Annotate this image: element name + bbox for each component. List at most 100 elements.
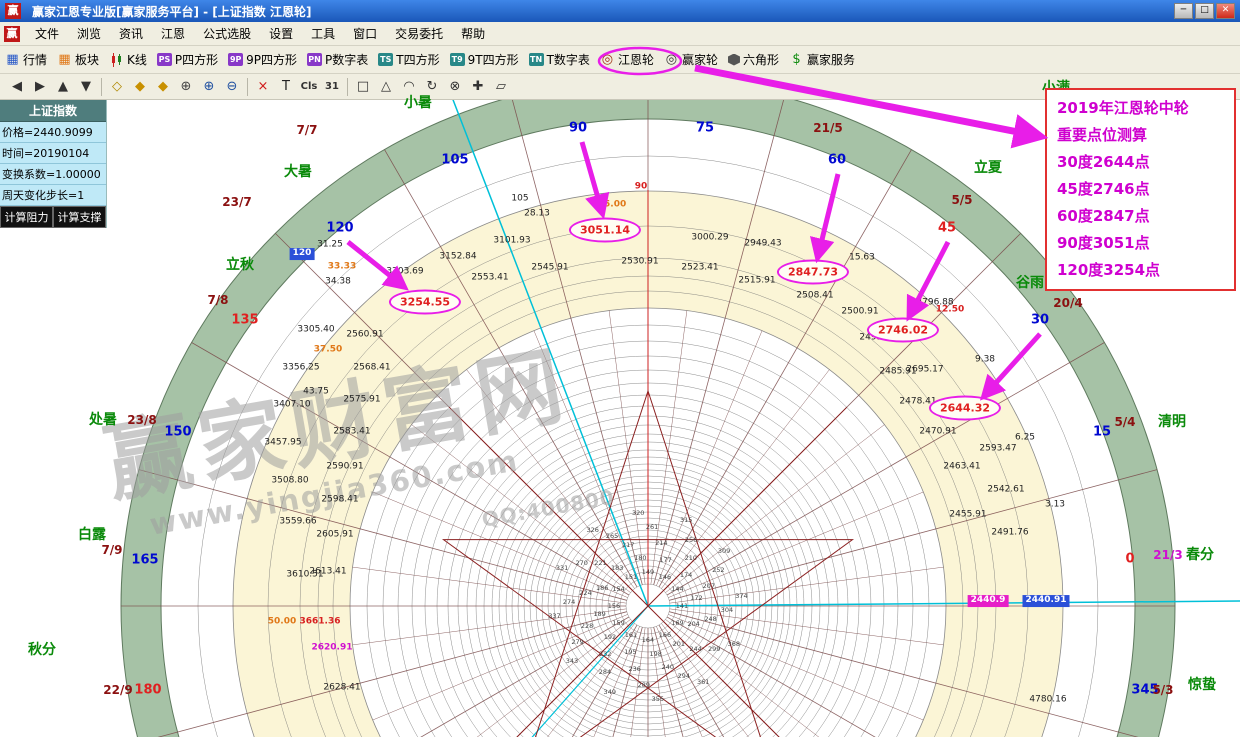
menu-item-6[interactable]: 工具 bbox=[302, 22, 344, 45]
filter-icon[interactable]: ▼ bbox=[75, 77, 97, 97]
menu-logo-icon: 赢 bbox=[4, 26, 20, 42]
panel-row-1: 时间=20190104 bbox=[0, 143, 106, 164]
menu-item-2[interactable]: 资讯 bbox=[110, 22, 152, 45]
menu-item-5[interactable]: 设置 bbox=[260, 22, 302, 45]
panel-row-3: 周天变化步长=1 bbox=[0, 185, 106, 206]
delete-icon[interactable]: × bbox=[252, 77, 274, 97]
toolbar-item-label: 六角形 bbox=[743, 51, 779, 68]
app-logo-icon: 赢 bbox=[5, 3, 21, 19]
toolbar-item-六角形[interactable]: 六角形 bbox=[723, 46, 784, 73]
menu-item-9[interactable]: 帮助 bbox=[452, 22, 494, 45]
arc-tool-icon[interactable]: ◠ bbox=[398, 77, 420, 97]
circle-plus-icon[interactable]: ⊕ bbox=[175, 77, 197, 97]
highlighted-value-3051.14: 3051.14 bbox=[569, 218, 641, 243]
diamond-outline-icon[interactable]: ◇ bbox=[106, 77, 128, 97]
infobox-line-4: 60度2847点 bbox=[1057, 203, 1224, 230]
panel-buttons: 计算阻力计算支撑 bbox=[0, 206, 106, 228]
window-controls: ─ □ ✕ bbox=[1174, 3, 1235, 19]
diamond-icon[interactable]: ◆ bbox=[129, 77, 151, 97]
highlighted-value-3254.55: 3254.55 bbox=[389, 290, 461, 315]
toolbar-item-P四方形[interactable]: PSP四方形 bbox=[152, 46, 223, 73]
annotation-infobox: 2019年江恩轮中轮重要点位测算30度2644点45度2746点60度2847点… bbox=[1045, 88, 1236, 291]
zoom-out-icon[interactable]: ⊖ bbox=[221, 77, 243, 97]
rect-tool-icon[interactable]: □ bbox=[352, 77, 374, 97]
main-toolbar: ▦行情▦板块K线PSP四方形9P9P四方形PNP数字表TST四方形T99T四方形… bbox=[0, 46, 1240, 74]
toolbar-separator bbox=[347, 78, 348, 96]
toolbar-item-赢家轮[interactable]: ◎赢家轮 bbox=[659, 46, 723, 73]
panel-button-1[interactable]: 计算支撑 bbox=[53, 206, 106, 228]
infobox-line-1: 重要点位测算 bbox=[1057, 122, 1224, 149]
panel-row-0: 价格=2440.9099 bbox=[0, 122, 106, 143]
app-window: { "window": { "title": "赢家江恩专业版[赢家服务平台] … bbox=[0, 0, 1240, 737]
toolbar-item-9P四方形[interactable]: 9P9P四方形 bbox=[223, 46, 302, 73]
zoom-in-icon[interactable]: ⊕ bbox=[198, 77, 220, 97]
kline-icon bbox=[109, 52, 124, 67]
toolbar-item-9T四方形[interactable]: T99T四方形 bbox=[445, 46, 524, 73]
toolbar-item-label: 板块 bbox=[75, 51, 99, 68]
close-button[interactable]: ✕ bbox=[1216, 3, 1235, 19]
toolbar-item-T四方形[interactable]: TST四方形 bbox=[373, 46, 444, 73]
menu-item-8[interactable]: 交易委托 bbox=[386, 22, 452, 45]
menu-item-3[interactable]: 江恩 bbox=[152, 22, 194, 45]
dollar-icon: $ bbox=[789, 52, 804, 67]
polygon-tool-icon[interactable]: ▱ bbox=[490, 77, 512, 97]
infobox-line-0: 2019年江恩轮中轮 bbox=[1057, 95, 1224, 122]
circle-x-icon[interactable]: ⊗ bbox=[444, 77, 466, 97]
toolbar-item-label: 9P四方形 bbox=[246, 51, 297, 68]
index-info-panel: 上证指数 价格=2440.9099时间=20190104变换系数=1.00000… bbox=[0, 100, 107, 228]
p-number-icon: PN bbox=[307, 53, 322, 66]
p-square-icon: PS bbox=[157, 53, 172, 66]
minimize-button[interactable]: ─ bbox=[1174, 3, 1193, 19]
toolbar-item-label: 9T四方形 bbox=[468, 51, 519, 68]
toolbar-item-江恩轮[interactable]: ◎江恩轮 bbox=[595, 46, 659, 73]
panel-button-0[interactable]: 计算阻力 bbox=[0, 206, 53, 228]
menu-item-0[interactable]: 文件 bbox=[26, 22, 68, 45]
toolbar-item-板块[interactable]: ▦板块 bbox=[52, 46, 104, 73]
calendar-icon[interactable]: 31 bbox=[321, 77, 343, 97]
toolbar-item-label: T数字表 bbox=[547, 51, 590, 68]
highlighted-value-2746.02: 2746.02 bbox=[867, 318, 939, 343]
toolbar-item-T数字表[interactable]: TNT数字表 bbox=[524, 46, 595, 73]
highlighted-value-2644.32: 2644.32 bbox=[929, 396, 1001, 421]
window-title: 赢家江恩专业版[赢家服务平台] - [上证指数 江恩轮] bbox=[32, 3, 311, 20]
diamond-plus-icon[interactable]: ◆ bbox=[152, 77, 174, 97]
infobox-line-6: 120度3254点 bbox=[1057, 257, 1224, 284]
menu-items: 文件浏览资讯江恩公式选股设置工具窗口交易委托帮助 bbox=[26, 22, 494, 45]
toolbar-item-label: P数字表 bbox=[325, 51, 368, 68]
move-tool-icon[interactable]: ✚ bbox=[467, 77, 489, 97]
panel-rows: 价格=2440.9099时间=20190104变换系数=1.00000周天变化步… bbox=[0, 122, 106, 206]
quote-table-icon: ▦ bbox=[5, 52, 20, 67]
toolbar-item-K线[interactable]: K线 bbox=[104, 46, 152, 73]
toolbar-item-赢家服务[interactable]: $赢家服务 bbox=[784, 46, 860, 73]
cls-icon[interactable]: Cls bbox=[298, 77, 320, 97]
toolbar-separator bbox=[247, 78, 248, 96]
menu-item-4[interactable]: 公式选股 bbox=[194, 22, 260, 45]
9p-square-icon: 9P bbox=[228, 53, 243, 66]
menu-item-7[interactable]: 窗口 bbox=[344, 22, 386, 45]
winner-wheel-icon: ◎ bbox=[664, 52, 679, 67]
forward-icon[interactable]: ▶ bbox=[29, 77, 51, 97]
9t-square-icon: T9 bbox=[450, 53, 465, 66]
toolbar-item-label: 江恩轮 bbox=[618, 51, 654, 68]
t-square-icon: TS bbox=[378, 53, 393, 66]
infobox-line-5: 90度3051点 bbox=[1057, 230, 1224, 257]
toolbar-separator bbox=[101, 78, 102, 96]
toolbar-item-行情[interactable]: ▦行情 bbox=[0, 46, 52, 73]
toolbar-item-P数字表[interactable]: PNP数字表 bbox=[302, 46, 373, 73]
up-triangle-icon[interactable]: ▲ bbox=[52, 77, 74, 97]
toolbar-item-label: 赢家轮 bbox=[682, 51, 718, 68]
title-bar: 赢 赢家江恩专业版[赢家服务平台] - [上证指数 江恩轮] ─ □ ✕ bbox=[0, 0, 1240, 22]
toolbar-item-label: K线 bbox=[127, 51, 147, 68]
toolbar-item-label: T四方形 bbox=[396, 51, 439, 68]
highlighted-value-2847.73: 2847.73 bbox=[777, 260, 849, 285]
toolbar-item-label: P四方形 bbox=[175, 51, 218, 68]
toolbar-item-label: 赢家服务 bbox=[807, 51, 855, 68]
t-number-icon: TN bbox=[529, 53, 544, 66]
rotate-tool-icon[interactable]: ↻ bbox=[421, 77, 443, 97]
panel-row-2: 变换系数=1.00000 bbox=[0, 164, 106, 185]
triangle-tool-icon[interactable]: △ bbox=[375, 77, 397, 97]
t-line-icon[interactable]: T bbox=[275, 77, 297, 97]
menu-item-1[interactable]: 浏览 bbox=[68, 22, 110, 45]
maximize-button[interactable]: □ bbox=[1195, 3, 1214, 19]
back-icon[interactable]: ◀ bbox=[6, 77, 28, 97]
